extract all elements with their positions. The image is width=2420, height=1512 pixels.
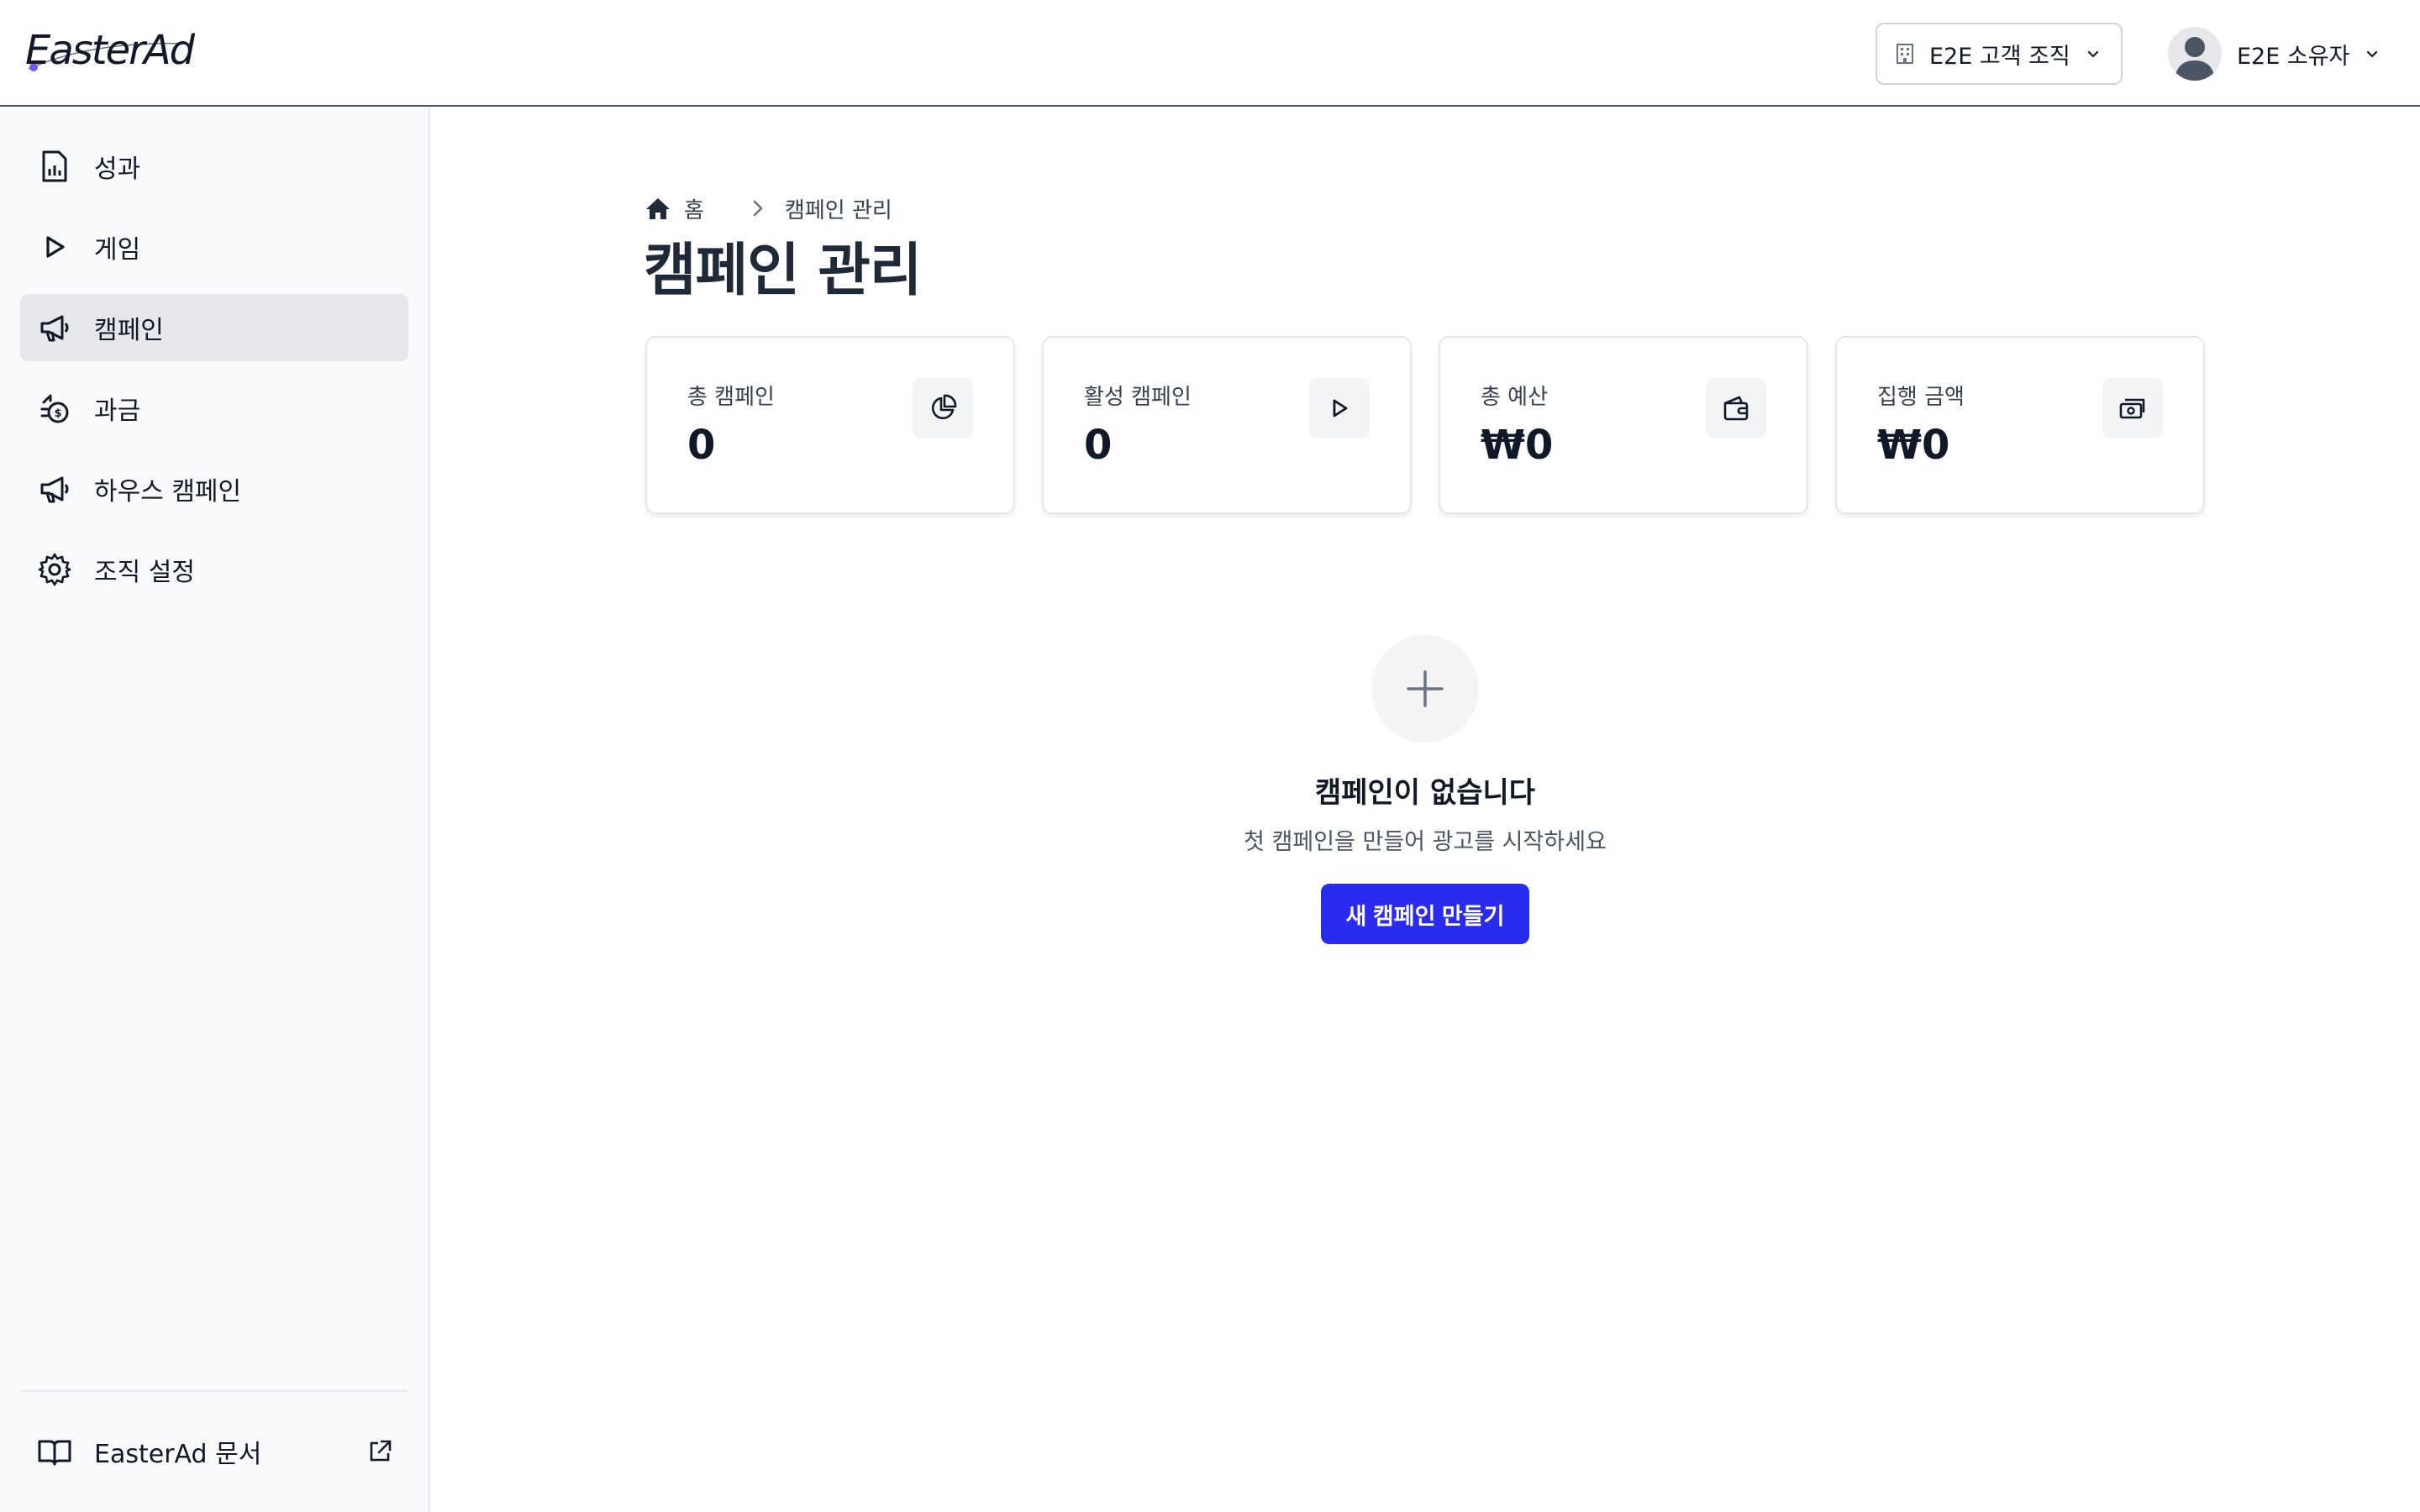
stat-icon-box	[1309, 378, 1370, 438]
svg-text:$: $	[54, 407, 61, 420]
stat-card-total-budget: 총 예산 ₩0	[1439, 336, 1808, 514]
stat-value: 0	[687, 422, 716, 469]
sidebar-item-label: 게임	[94, 235, 141, 265]
megaphone-icon	[40, 315, 69, 342]
book-icon	[38, 1440, 71, 1466]
stat-value: ₩0	[1481, 422, 1554, 469]
sidebar-item-label: 하우스 캠페인	[94, 477, 242, 507]
sidebar-divider	[20, 1390, 408, 1392]
stat-card-spent-amount: 집행 금액 ₩0	[1835, 336, 2205, 514]
stat-label: 총 예산	[1481, 385, 1549, 410]
empty-state-plus-icon	[1371, 635, 1479, 743]
logo-text: EasterAd	[25, 27, 195, 74]
stat-label: 집행 금액	[1877, 385, 1965, 410]
chevron-right-icon	[753, 200, 763, 217]
org-selector-label: E2E 고객 조직	[1929, 43, 2070, 70]
breadcrumb: 홈 캠페인 관리	[645, 192, 892, 225]
gear-icon	[38, 553, 71, 586]
user-menu[interactable]: E2E 소유자	[2168, 23, 2380, 85]
docs-link-label: EasterAd 문서	[94, 1440, 262, 1469]
user-name: E2E 소유자	[2237, 43, 2350, 70]
cash-icon	[2119, 398, 2145, 419]
sidebar-item-billing[interactable]: $ 과금	[20, 375, 408, 442]
sidebar-item-label: 성과	[94, 155, 141, 184]
chevron-down-icon	[2087, 50, 2098, 58]
sidebar-item-label: 캠페인	[94, 316, 164, 345]
stat-label: 총 캠페인	[687, 385, 775, 410]
sidebar-item-games[interactable]: 게임	[20, 213, 408, 281]
top-bar: EasterAd E2E 고객 조직 E2E 소유자	[0, 0, 2420, 107]
sidebar-item-org-settings[interactable]: 조직 설정	[20, 536, 408, 603]
user-icon	[2175, 37, 2215, 81]
create-campaign-button[interactable]: 새 캠페인 만들기	[1321, 884, 1529, 944]
plus-icon	[1407, 670, 1444, 707]
avatar	[2168, 27, 2222, 81]
sidebar: 성과 게임 캠페인 $ 과금 하우스 캠페인 조직 설정	[0, 108, 430, 1512]
breadcrumb-home-label: 홈	[684, 197, 704, 223]
sidebar-item-label: 조직 설정	[94, 558, 195, 587]
empty-state-title: 캠페인이 없습니다	[1314, 776, 1536, 810]
external-link-icon	[370, 1440, 392, 1462]
pie-chart-icon	[931, 394, 957, 420]
sidebar-item-campaigns[interactable]: 캠페인	[20, 294, 408, 361]
stat-card-active-campaigns: 활성 캠페인 0	[1042, 336, 1412, 514]
empty-state-subtitle: 첫 캠페인을 만들어 광고를 시작하세요	[1244, 829, 1607, 855]
docs-link[interactable]: EasterAd 문서	[20, 1418, 408, 1485]
stat-card-total-campaigns: 총 캠페인 0	[645, 336, 1015, 514]
sidebar-item-house-campaigns[interactable]: 하우스 캠페인	[20, 455, 408, 522]
sidebar-item-label: 과금	[94, 396, 141, 426]
stat-icon-box	[2102, 378, 2163, 438]
report-icon	[42, 150, 67, 182]
breadcrumb-home[interactable]: 홈	[645, 193, 704, 224]
stat-icon-box	[1706, 378, 1766, 438]
stat-value: 0	[1084, 422, 1113, 469]
chevron-down-icon	[2367, 50, 2378, 58]
wallet-icon	[1723, 396, 1749, 421]
megaphone-icon	[40, 476, 69, 503]
breadcrumb-current: 캠페인 관리	[784, 197, 892, 223]
building-icon	[1897, 44, 1913, 64]
play-icon	[1333, 399, 1348, 417]
play-icon	[46, 236, 65, 258]
logo[interactable]: EasterAd	[25, 27, 195, 74]
money-bag-icon: $	[40, 394, 69, 423]
sidebar-item-performance[interactable]: 성과	[20, 133, 408, 200]
stat-icon-box	[913, 378, 973, 438]
stat-value: ₩0	[1877, 422, 1950, 469]
org-selector[interactable]: E2E 고객 조직	[1876, 23, 2123, 85]
home-icon	[646, 198, 670, 219]
stat-label: 활성 캠페인	[1084, 385, 1192, 410]
page-title: 캠페인 관리	[644, 238, 922, 304]
